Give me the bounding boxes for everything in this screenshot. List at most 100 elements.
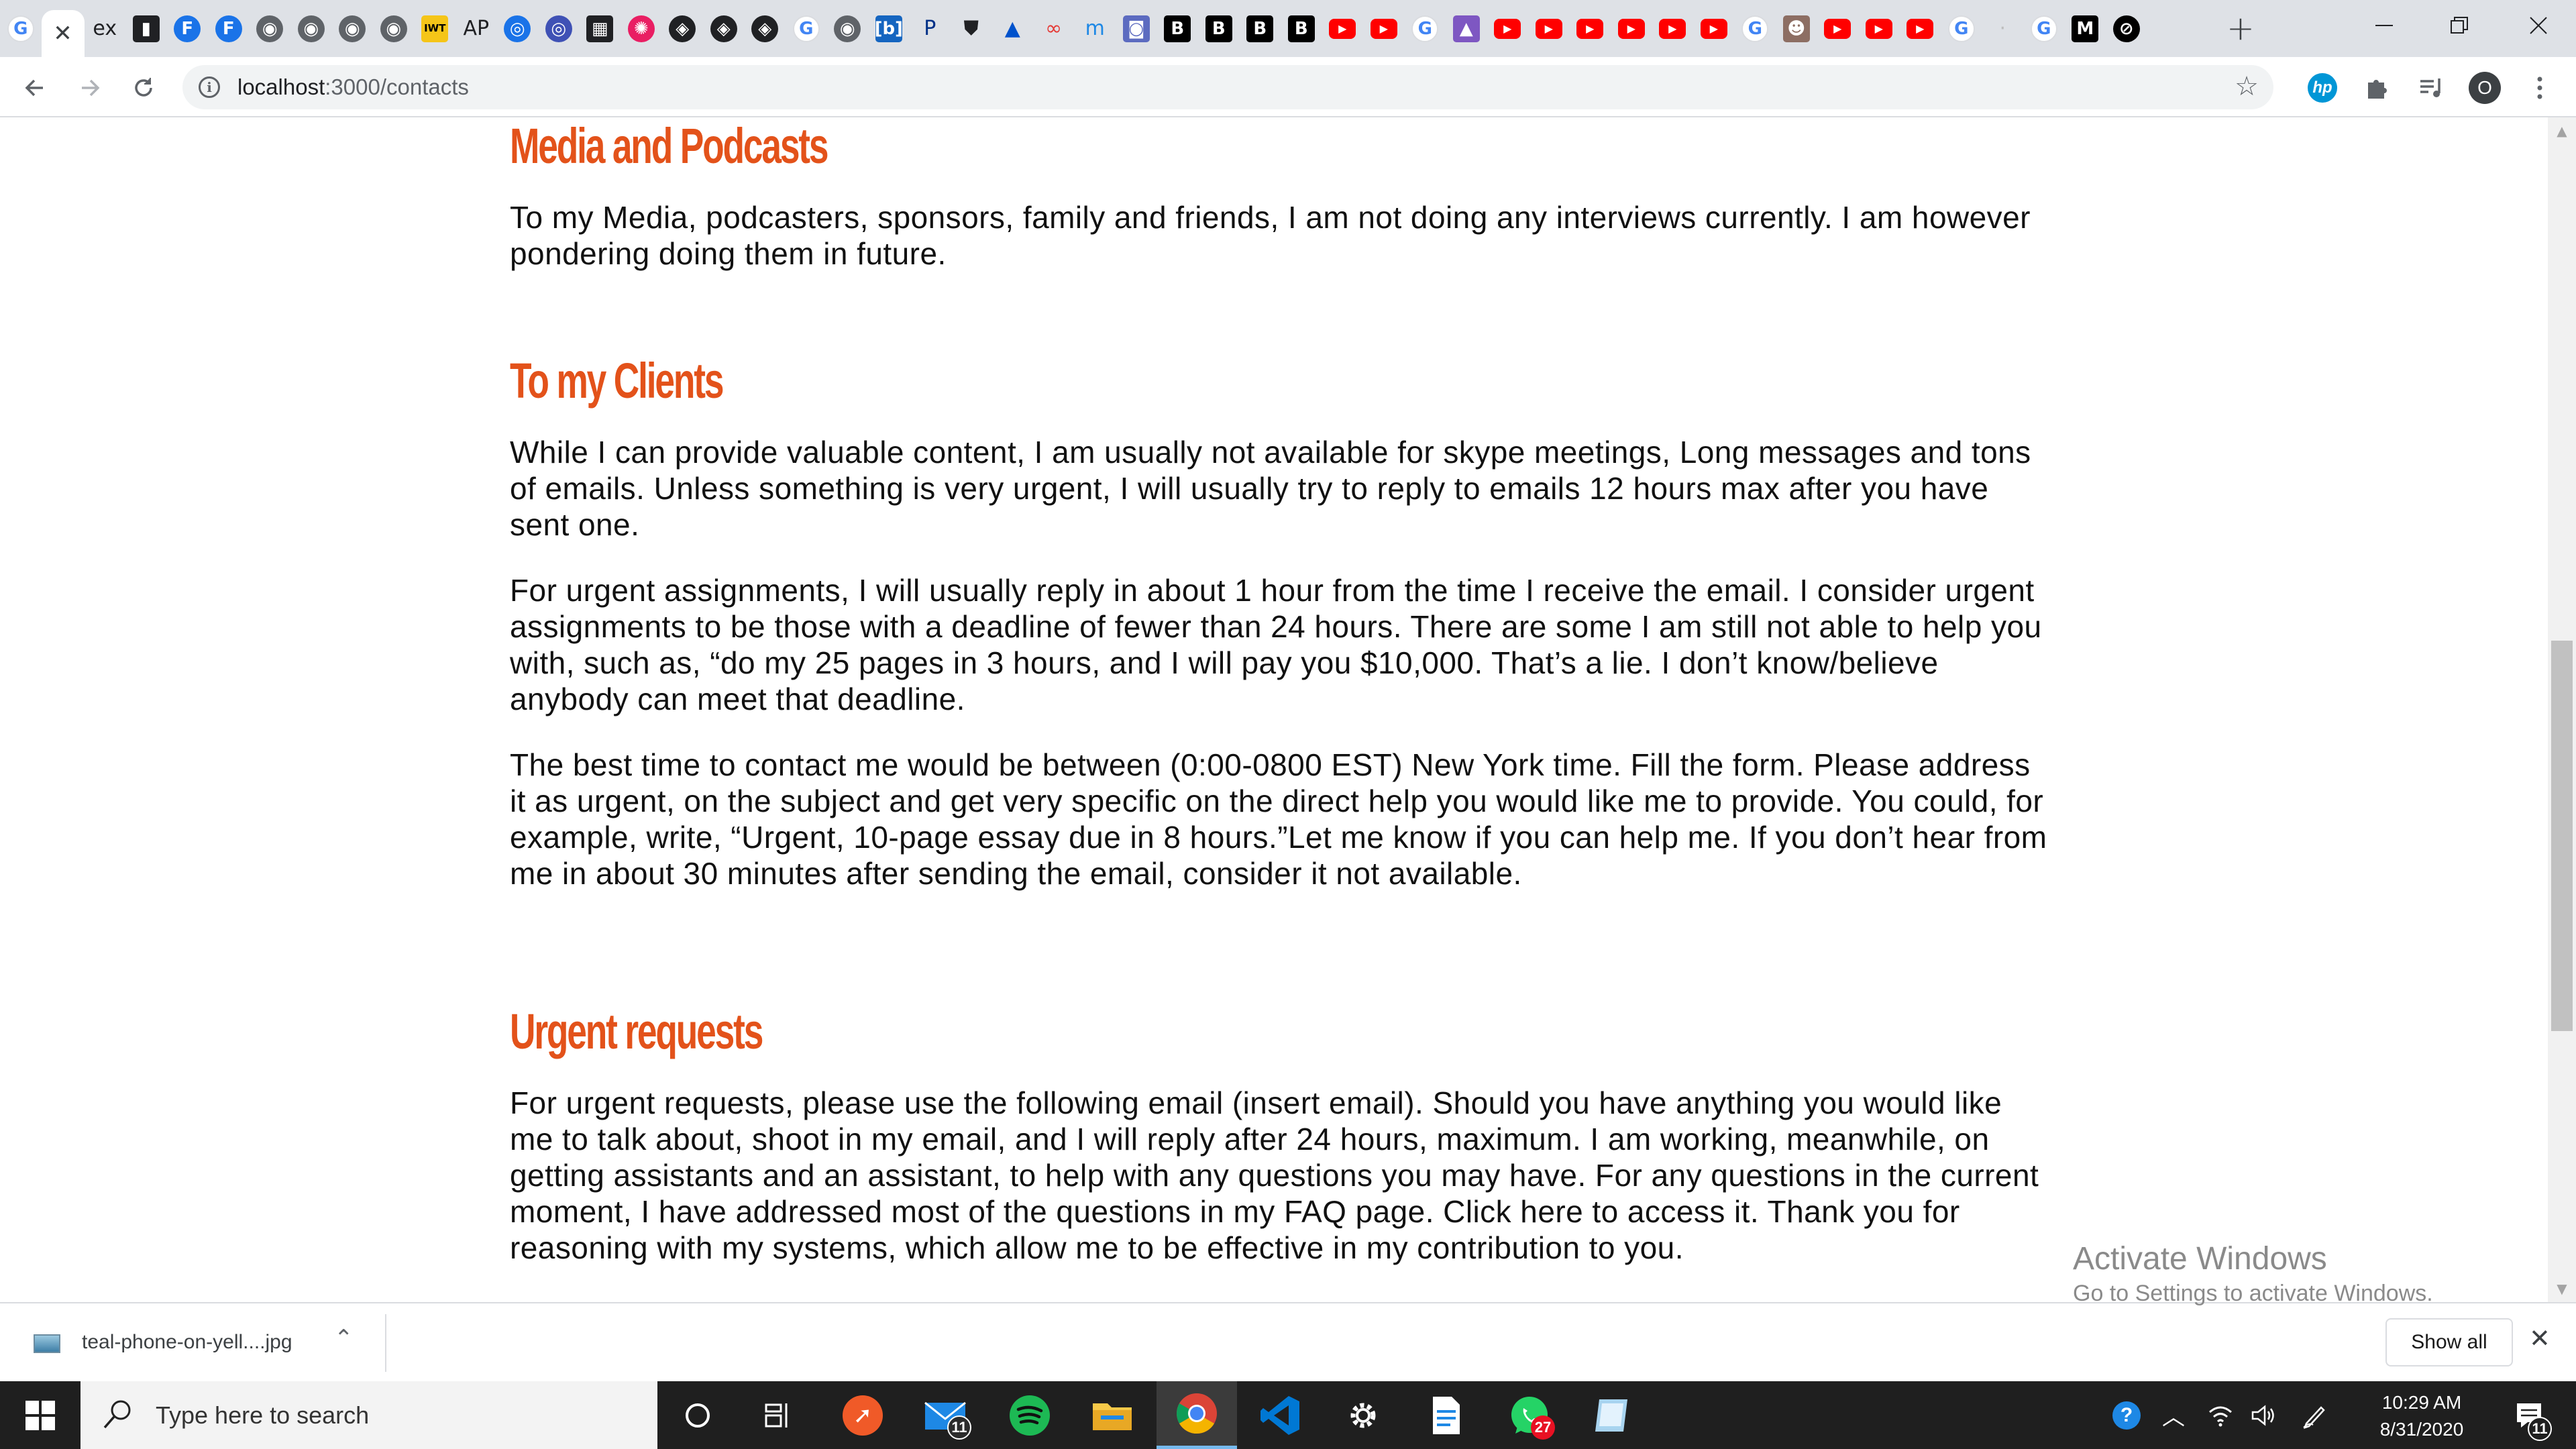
scroll-thumb[interactable]: [2551, 641, 2573, 1031]
browser-tab[interactable]: ⊘: [2106, 5, 2147, 52]
extensions-button[interactable]: [2360, 70, 2395, 105]
new-tab-button[interactable]: +: [2222, 9, 2259, 48]
taskbar-chrome[interactable]: [1157, 1381, 1237, 1449]
action-center-button[interactable]: 11: [2496, 1381, 2563, 1449]
close-icon[interactable]: ✕: [50, 20, 76, 47]
minimize-button[interactable]: [2347, 0, 2422, 50]
browser-tab[interactable]: ◈: [662, 5, 704, 52]
browser-tab[interactable]: ◉: [827, 5, 869, 52]
task-view-button[interactable]: [738, 1381, 818, 1449]
taskbar-spotify[interactable]: [989, 1381, 1070, 1449]
browser-tab[interactable]: ex: [85, 5, 126, 52]
browser-tab[interactable]: ◉: [290, 5, 332, 52]
info-icon[interactable]: i: [199, 76, 220, 98]
browser-tab[interactable]: ◉: [250, 5, 291, 52]
browser-tab[interactable]: ☻: [1776, 5, 1817, 52]
browser-tab[interactable]: ◉: [373, 5, 415, 52]
help-tray-icon[interactable]: ?: [2106, 1381, 2147, 1449]
browser-tab[interactable]: IWT: [415, 5, 456, 52]
bookmark-star-icon[interactable]: ☆: [2235, 71, 2259, 102]
show-all-button[interactable]: Show all: [2385, 1318, 2513, 1366]
browser-tab[interactable]: ▶: [1858, 5, 1900, 52]
taskbar-settings[interactable]: [1323, 1381, 1403, 1449]
taskbar-vscode[interactable]: [1240, 1381, 1320, 1449]
browser-tab[interactable]: ▶: [1611, 5, 1652, 52]
forward-button[interactable]: [71, 69, 109, 107]
address-bar[interactable]: i localhost:3000/contacts ☆: [182, 65, 2273, 109]
browser-tab[interactable]: G: [2023, 5, 2065, 52]
browser-tab[interactable]: B: [1198, 5, 1240, 52]
browser-tab[interactable]: ◉: [332, 5, 374, 52]
taskbar-document[interactable]: [1406, 1381, 1487, 1449]
browser-tab[interactable]: B: [1240, 5, 1281, 52]
browser-tab[interactable]: ▦: [580, 5, 621, 52]
browser-tab[interactable]: ◎: [538, 5, 580, 52]
hp-extension-button[interactable]: hp: [2305, 70, 2340, 105]
browser-tab[interactable]: m: [1075, 5, 1116, 52]
close-window-button[interactable]: [2501, 0, 2576, 50]
profile-button[interactable]: O: [2467, 70, 2502, 105]
browser-tab[interactable]: ✺: [621, 5, 662, 52]
browser-tab[interactable]: ◈: [745, 5, 786, 52]
browser-tab[interactable]: B: [1157, 5, 1199, 52]
taskbar-swift-app[interactable]: ➚: [822, 1381, 903, 1449]
browser-tab[interactable]: ▶: [1363, 5, 1405, 52]
vertical-scrollbar[interactable]: ▲ ▼: [2548, 117, 2576, 1302]
chevron-up-icon[interactable]: ⌃: [334, 1325, 354, 1352]
menu-button[interactable]: [2522, 70, 2557, 105]
tab-active[interactable]: ✕: [41, 10, 85, 57]
browser-tab[interactable]: ▶: [1570, 5, 1611, 52]
system-clock[interactable]: 10:29 AM 8/31/2020: [2368, 1389, 2475, 1443]
restore-button[interactable]: [2422, 0, 2497, 50]
browser-tab[interactable]: ◙: [1116, 5, 1157, 52]
taskbar-file-explorer[interactable]: [1072, 1381, 1152, 1449]
download-item[interactable]: teal-phone-on-yell....jpg ⌃: [0, 1314, 386, 1372]
browser-tab[interactable]: ▶: [1693, 5, 1735, 52]
taskbar-mail[interactable]: 11: [906, 1381, 986, 1449]
browser-tab[interactable]: ▶: [1652, 5, 1694, 52]
media-control-button[interactable]: [2414, 70, 2449, 105]
scroll-up-icon[interactable]: ▲: [2548, 117, 2576, 144]
browser-tab[interactable]: ▲: [1446, 5, 1487, 52]
taskbar-search[interactable]: Type here to search: [80, 1381, 657, 1449]
browser-tab[interactable]: ⛊: [951, 5, 992, 52]
section-paragraph: While I can provide valuable content, I …: [510, 435, 2031, 542]
browser-tab[interactable]: M: [2065, 5, 2106, 52]
browser-tab[interactable]: ∞: [1033, 5, 1075, 52]
browser-tab[interactable]: ▶: [1487, 5, 1529, 52]
taskbar-notes-app[interactable]: [1572, 1381, 1653, 1449]
browser-tab[interactable]: ▶: [1900, 5, 1941, 52]
browser-tab[interactable]: ▲: [992, 5, 1034, 52]
browser-tab[interactable]: ◈: [703, 5, 745, 52]
cortana-button[interactable]: [657, 1381, 738, 1449]
browser-tab[interactable]: F: [167, 5, 209, 52]
browser-tab[interactable]: G: [0, 5, 42, 52]
close-download-bar-icon[interactable]: ✕: [2529, 1324, 2551, 1353]
reload-button[interactable]: [125, 69, 162, 107]
url-text[interactable]: localhost:3000/contacts: [237, 65, 469, 109]
browser-tab[interactable]: G: [1735, 5, 1776, 52]
browser-tab[interactable]: ·: [1982, 5, 2024, 52]
browser-tab[interactable]: ▶: [1528, 5, 1570, 52]
back-button[interactable]: [16, 69, 54, 107]
browser-tab[interactable]: [b]: [868, 5, 910, 52]
browser-tab[interactable]: G: [1941, 5, 1982, 52]
pen-workspace-button[interactable]: [2293, 1381, 2336, 1449]
browser-tab[interactable]: AP: [455, 5, 497, 52]
scroll-down-icon[interactable]: ▼: [2548, 1275, 2576, 1302]
download-filename[interactable]: teal-phone-on-yell....jpg: [82, 1328, 292, 1357]
start-button[interactable]: [0, 1381, 80, 1449]
volume-tray-icon[interactable]: [2245, 1381, 2282, 1449]
browser-tab[interactable]: G: [1405, 5, 1446, 52]
browser-tab[interactable]: P: [910, 5, 951, 52]
browser-tab[interactable]: ▮: [125, 5, 167, 52]
network-tray-icon[interactable]: [2202, 1381, 2239, 1449]
browser-tab[interactable]: B: [1281, 5, 1322, 52]
browser-tab[interactable]: F: [208, 5, 250, 52]
browser-tab[interactable]: G: [786, 5, 827, 52]
browser-tab[interactable]: ▶: [1322, 5, 1364, 52]
browser-tab[interactable]: ◎: [497, 5, 539, 52]
browser-tab[interactable]: ▶: [1817, 5, 1859, 52]
taskbar-whatsapp[interactable]: 27: [1489, 1381, 1570, 1449]
show-hidden-icons-button[interactable]: ︿: [2155, 1381, 2192, 1449]
